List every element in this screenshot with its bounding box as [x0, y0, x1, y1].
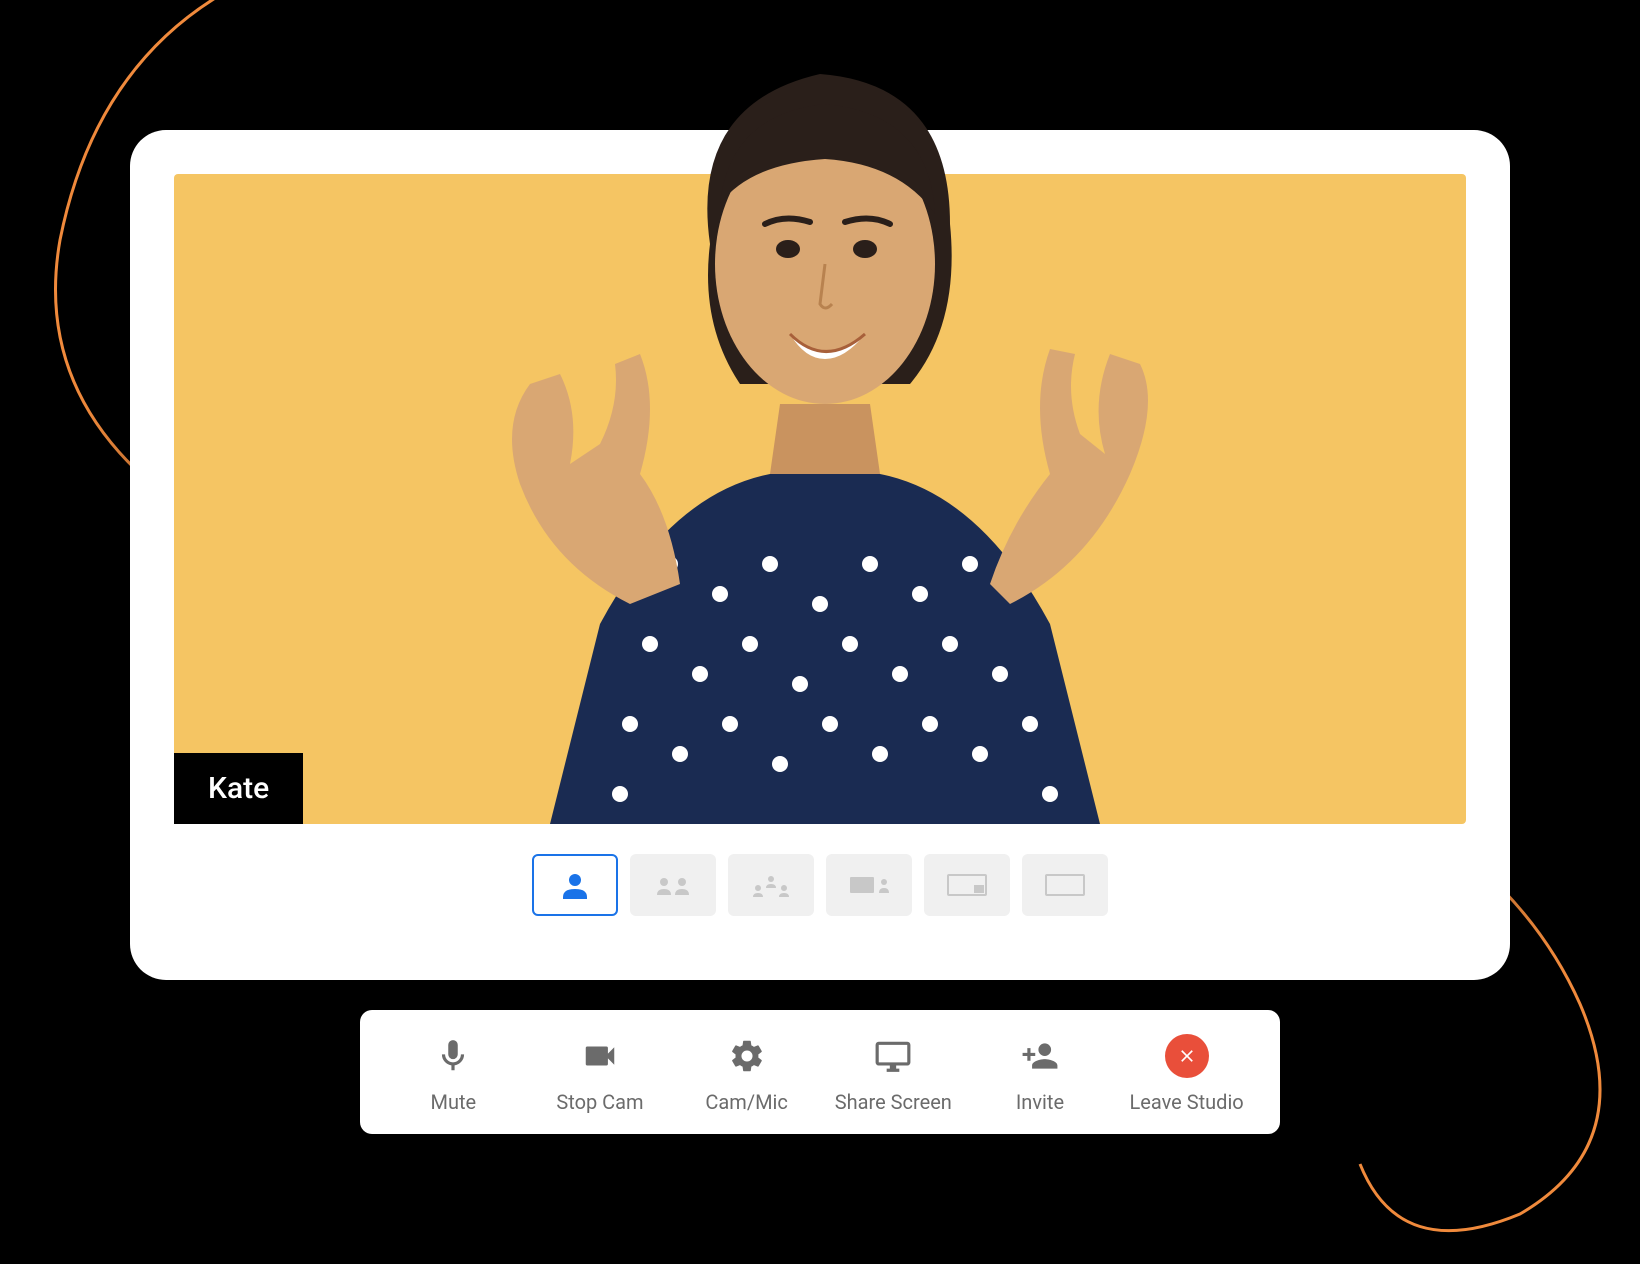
invite-label: Invite [1016, 1090, 1064, 1114]
control-bar: Mute Stop Cam Cam/Mic Share Screen Invit… [360, 1010, 1280, 1134]
layout-three-up[interactable] [728, 854, 814, 916]
layout-picker [174, 854, 1466, 916]
screen-person-icon [844, 867, 894, 903]
leave-label: Leave Studio [1129, 1090, 1243, 1114]
layout-screen-large[interactable] [924, 854, 1010, 916]
video-feed: Kate [174, 174, 1466, 824]
stop-cam-label: Stop Cam [556, 1090, 643, 1114]
stop-cam-button[interactable]: Stop Cam [540, 1034, 660, 1114]
share-screen-button[interactable]: Share Screen [833, 1034, 953, 1114]
layout-two-up[interactable] [630, 854, 716, 916]
screen-only-icon [1040, 867, 1090, 903]
participant-name-badge: Kate [174, 753, 303, 824]
person-icon [550, 867, 600, 903]
gear-icon [725, 1034, 769, 1078]
close-icon [1165, 1034, 1209, 1078]
mute-button[interactable]: Mute [393, 1034, 513, 1114]
share-screen-label: Share Screen [835, 1090, 952, 1114]
invite-button[interactable]: Invite [980, 1034, 1100, 1114]
screen-corner-icon [942, 867, 992, 903]
leave-studio-button[interactable]: Leave Studio [1127, 1034, 1247, 1114]
studio-window: Kate [130, 130, 1510, 980]
cam-mic-label: Cam/Mic [705, 1090, 787, 1114]
layout-single[interactable] [532, 854, 618, 916]
participant-name: Kate [208, 771, 269, 806]
monitor-icon [871, 1034, 915, 1078]
microphone-icon [431, 1034, 475, 1078]
mute-label: Mute [431, 1090, 477, 1114]
camera-icon [578, 1034, 622, 1078]
layout-full-screen[interactable] [1022, 854, 1108, 916]
participant-video-silhouette [370, 4, 1270, 824]
add-user-icon [1018, 1034, 1062, 1078]
three-person-icon [746, 867, 796, 903]
two-person-icon [648, 867, 698, 903]
layout-screen-small[interactable] [826, 854, 912, 916]
cam-mic-button[interactable]: Cam/Mic [687, 1034, 807, 1114]
